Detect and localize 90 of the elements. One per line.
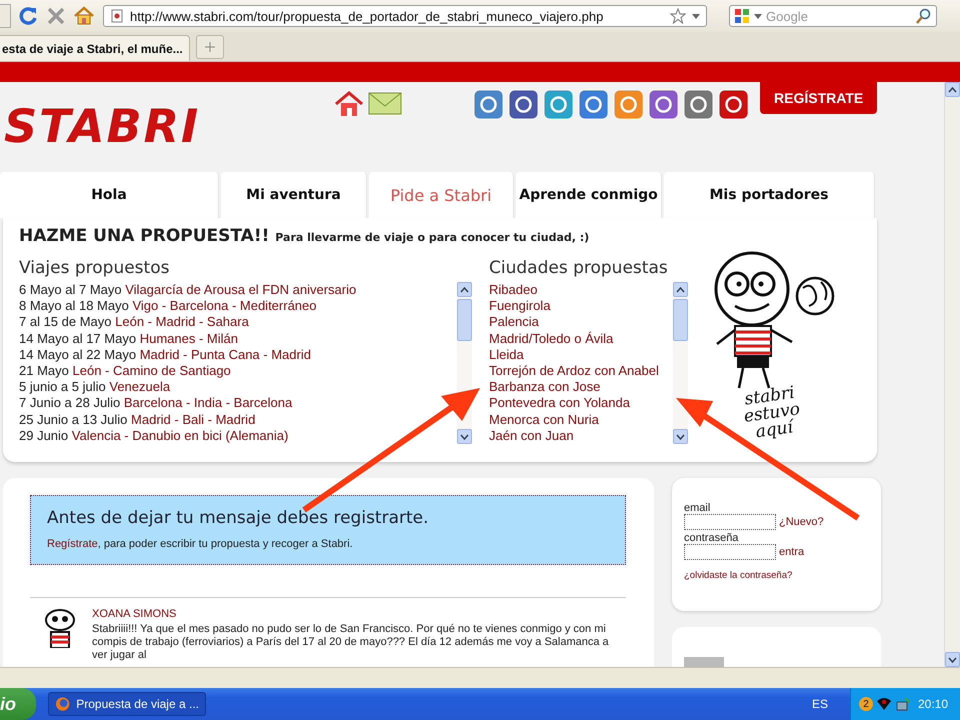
login-link[interactable]: entra (779, 546, 804, 558)
nav-tab[interactable]: Mis portadores (664, 172, 875, 218)
stop-icon[interactable] (45, 5, 67, 27)
email-field[interactable] (684, 514, 776, 530)
taskbar-button[interactable]: Propuesta de viaje a ... (48, 692, 206, 716)
city-item[interactable]: Fuengirola (489, 298, 550, 314)
social-icon[interactable] (509, 90, 538, 119)
home-icon[interactable] (73, 5, 95, 27)
clock: 20:10 (918, 697, 948, 711)
scroll-up-button[interactable] (457, 282, 472, 297)
plus-icon (205, 42, 215, 52)
star-icon[interactable] (670, 8, 686, 24)
dropdown-arrow-icon[interactable] (692, 14, 700, 18)
register-link[interactable]: Regístrate (47, 538, 98, 550)
trip-item[interactable]: 14 Mayo al 17 Mayo Humanes - Milán (19, 330, 238, 347)
scrollbar[interactable] (673, 282, 688, 444)
city-item[interactable]: Ribadeo (489, 282, 538, 298)
social-icon[interactable] (579, 90, 608, 119)
trip-item[interactable]: 25 Junio a 13 Julio Madrid - Bali - Madrid (19, 412, 256, 428)
new-tab-button[interactable] (196, 35, 224, 59)
handwritten-caption: stabri estuvo aquí (742, 382, 802, 444)
nav-tab[interactable]: Hola (0, 172, 219, 218)
caret-down-icon (460, 434, 469, 440)
notice-heading: Antes de dejar tu mensaje debes registrarte. (47, 508, 430, 528)
dropdown-arrow-icon[interactable] (754, 14, 762, 18)
nav-tab[interactable]: Pide a Stabri (369, 172, 514, 218)
trip-item[interactable]: 21 Mayo León - Camino de Santiago (19, 363, 231, 380)
page-scrollbar[interactable] (944, 82, 960, 667)
city-item[interactable]: Madrid/Toledo o Ávila (489, 330, 614, 347)
scroll-thumb[interactable] (673, 299, 688, 341)
field-label: contraseña (684, 532, 740, 544)
start-button[interactable]: io (0, 688, 36, 720)
city-item[interactable]: Lleida (489, 346, 524, 364)
trip-item[interactable]: 8 Mayo al 18 Mayo Vigo - Barcelona - Mediterráneo (19, 298, 316, 314)
social-icon[interactable] (684, 90, 713, 119)
notification-badge[interactable]: 2 (859, 697, 873, 711)
section-heading: Ciudades propuestas (489, 258, 669, 278)
forgot-password-link[interactable]: ¿olvidaste la contraseña? (684, 570, 869, 581)
trip-item[interactable]: 5 junio a 5 julio Venezuela (19, 379, 170, 396)
trip-item[interactable]: 6 Mayo al 7 Mayo Vilagarcía de Arousa el FDN aniversario (19, 282, 356, 298)
social-icon[interactable] (719, 90, 748, 119)
nav-tab[interactable]: Aprende conmigo (516, 172, 662, 218)
scroll-down-button[interactable] (945, 652, 960, 667)
notice-text: Regístrate, para poder escribir tu propuesta y recoger a Stabri. (47, 538, 354, 550)
scroll-up-button[interactable] (945, 82, 960, 97)
search-icon[interactable] (916, 8, 932, 24)
password-field[interactable] (684, 544, 776, 560)
signup-link[interactable]: ¿Nuevo? (779, 516, 824, 528)
comment-author[interactable]: XOANA SIMONS (92, 608, 626, 620)
caret-up-icon (460, 286, 469, 292)
city-item[interactable]: Barbanza con Jose (489, 379, 600, 396)
envelope-icon[interactable] (368, 90, 402, 116)
city-item[interactable]: Torrejón de Ardoz con Anabel (489, 363, 659, 380)
search-engine-icon[interactable] (734, 8, 750, 24)
trip-item[interactable]: 14 Mayo al 22 Mayo Madrid - Punta Cana - Madrid (19, 346, 311, 364)
caret-down-icon (676, 434, 685, 440)
panel-title: HAZME UNA PROPUESTA!! Para llevarme de viaje o para conocer tu ciudad, :) (19, 226, 590, 246)
scroll-up-button[interactable] (673, 282, 688, 297)
field-label: email (684, 502, 712, 514)
social-icon[interactable] (649, 90, 678, 119)
language-indicator[interactable]: ES (812, 697, 828, 711)
caret-up-icon (676, 286, 685, 292)
caret-down-icon (948, 656, 957, 662)
photo-placeholder (684, 657, 724, 667)
speech-bubble-icon[interactable] (876, 697, 892, 711)
section-heading: Viajes propuestos (19, 258, 170, 278)
network-icon[interactable] (895, 696, 911, 712)
scroll-thumb[interactable] (457, 299, 472, 341)
nav-tab[interactable]: Mi aventura (221, 172, 367, 218)
comment-text: Stabriiii!!! Ya que el mes pasado no pudo ser lo de San Francisco. Por qué no te vienes conmigo y con mi compis de trabajo (ferroviarios) a París del 17 al 20 de mayo??? El día 12 además me voy a Salamanca a ver jugar al (92, 623, 610, 662)
reload-icon[interactable] (17, 5, 39, 27)
site-logo[interactable]: STABRI (4, 82, 334, 156)
home-icon[interactable] (334, 90, 364, 118)
trip-item[interactable]: 29 Junio Valencia - Danubio en bici (Alemania) (19, 428, 288, 444)
page-icon (110, 9, 124, 23)
address-bar[interactable]: http://www.stabri.com/tour/propuesta_de_portador_de_stabri_muneco_viajero.php (103, 5, 707, 27)
social-icon[interactable] (544, 90, 573, 119)
city-item[interactable]: Pontevedra con Yolanda (489, 395, 630, 412)
city-item[interactable]: Menorca con Nuria (489, 412, 599, 428)
register-button[interactable]: REGÍSTRATE (760, 82, 877, 114)
browser-tab[interactable]: esta de viaje a Stabri, el muñe... (0, 35, 190, 61)
city-item[interactable]: Palencia (489, 314, 539, 331)
social-icon[interactable] (474, 90, 503, 119)
trip-item[interactable]: 7 Junio a 28 Julio Barcelona - India - Barcelona (19, 395, 292, 412)
scroll-down-button[interactable] (673, 429, 688, 444)
caret-up-icon (948, 86, 957, 92)
scroll-down-button[interactable] (457, 429, 472, 444)
trip-item[interactable]: 7 al 15 de Mayo León - Madrid - Sahara (19, 314, 249, 331)
browser-icon (55, 696, 70, 712)
city-item[interactable]: Jaén con Juan (489, 428, 574, 444)
